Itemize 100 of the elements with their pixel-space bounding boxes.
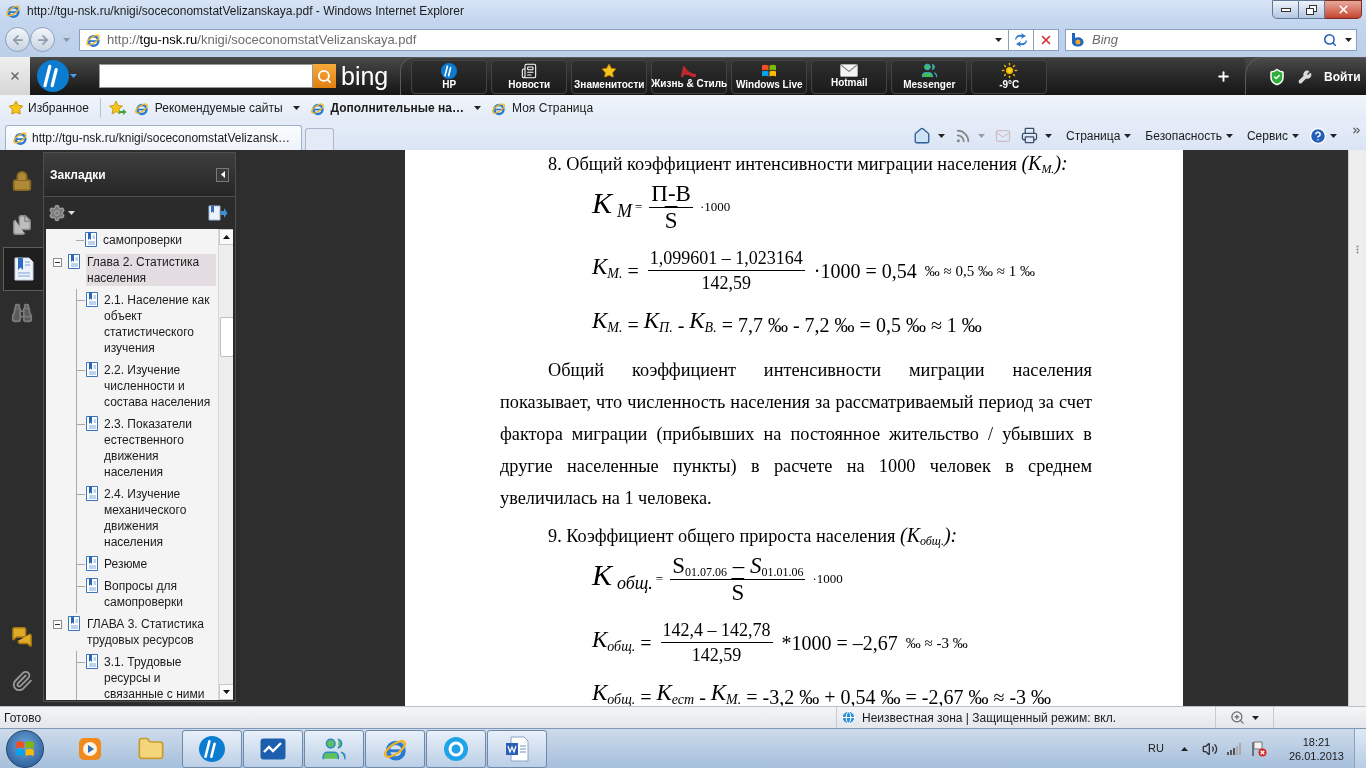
- side-panel-button[interactable]: [3, 247, 43, 291]
- caret-icon: [1292, 133, 1299, 138]
- bookmark-item[interactable]: 2.1. Население как объект статистического изучения: [104, 292, 218, 356]
- print-button[interactable]: [1020, 127, 1052, 144]
- bookmark-item[interactable]: Глава 2. Статистика населения: [86, 254, 216, 286]
- round-logo-icon: [441, 62, 458, 79]
- taskbar-button[interactable]: [182, 729, 242, 768]
- status-text: Готово: [4, 709, 42, 727]
- caret-icon: [1180, 746, 1188, 751]
- caret-icon: [1225, 133, 1233, 138]
- round-logo-icon: [37, 60, 69, 92]
- pages-icon: [10, 214, 33, 236]
- options-button[interactable]: [48, 204, 75, 222]
- minimize-button[interactable]: [1272, 0, 1299, 19]
- bookmark-icon: [86, 556, 98, 571]
- collapse-icon[interactable]: [53, 620, 62, 629]
- show-hidden-icons-button[interactable]: [1180, 746, 1188, 751]
- toolbar-tile[interactable]: HP: [411, 59, 488, 94]
- bookmark-icon: [86, 292, 98, 307]
- search-button[interactable]: [313, 64, 336, 88]
- people-icon: [920, 62, 938, 79]
- bookmark-item[interactable]: ГЛАВА 3. Статистика трудовых ресурсов: [86, 616, 216, 648]
- bookmark-page-icon: [13, 257, 34, 281]
- toolbar-tile[interactable]: Windows Live: [731, 59, 808, 94]
- close-icon: [1336, 3, 1350, 16]
- refresh-button[interactable]: [1009, 28, 1034, 51]
- favorites-link[interactable]: Рекомендуемые сайты: [133, 99, 300, 117]
- bookmark-icon: [86, 578, 98, 593]
- caret-icon: [292, 106, 300, 110]
- bookmark-item[interactable]: 2.3. Показатели естественного движения населения: [104, 416, 218, 480]
- zoom-button[interactable]: [1230, 710, 1259, 725]
- more-button[interactable]: [1351, 125, 1362, 136]
- home-icon: [912, 126, 931, 145]
- browser-logo-icon: [491, 100, 507, 116]
- flag-icon: [761, 62, 778, 79]
- logo-menu-button[interactable]: [37, 57, 77, 95]
- add-button[interactable]: [1216, 69, 1231, 84]
- sign-in-link[interactable]: Войти: [1324, 67, 1361, 86]
- search-provider-label: bing: [341, 62, 389, 90]
- address-field[interactable]: http://tgu-nsk.ru/knigi/soceconomstatVelizanskaya.pdf: [79, 28, 1009, 51]
- sun-icon: [1000, 62, 1018, 79]
- menu-button[interactable]: Страница: [1065, 126, 1132, 145]
- newspaper-icon: [521, 62, 538, 79]
- toolbar-tile[interactable]: Hotmail: [811, 59, 888, 94]
- play-icon: [78, 736, 102, 761]
- caret-icon: [474, 106, 482, 110]
- collapse-icon[interactable]: [53, 258, 62, 267]
- toolbar-search-field[interactable]: [99, 64, 313, 88]
- close-button[interactable]: [1325, 0, 1362, 19]
- bookmark-item[interactable]: 2.2. Изучение численности и состава населения: [104, 362, 218, 410]
- favorites-link[interactable]: Дополнительные на…: [309, 99, 482, 117]
- bookmark-item[interactable]: самопроверки: [103, 232, 217, 248]
- double-chevron-icon: [1351, 125, 1362, 136]
- toolbar-tile[interactable]: Messenger: [891, 59, 968, 94]
- caret-icon: [995, 37, 1002, 42]
- formula: К $_{общ.}$ = S$_{01.07.06}$ – S$_{01.01.06}$ S ·1000: [592, 553, 844, 606]
- scroll-thumb[interactable]: [219, 317, 233, 357]
- menu-button[interactable]: Сервис: [1246, 126, 1299, 145]
- toolbar-tile[interactable]: Жизнь & Стиль: [651, 59, 728, 94]
- envelope-icon: [840, 64, 859, 77]
- toolbar-tile[interactable]: -9°C: [971, 59, 1048, 94]
- window-title: http://tgu-nsk.ru/knigi/soceconomstatVelizanskaya.pdf - Windows Internet Explorer: [27, 2, 464, 20]
- search-field[interactable]: Bing: [1065, 28, 1357, 51]
- scroll-up-button[interactable]: [219, 229, 233, 245]
- taskbar-button[interactable]: [426, 729, 486, 768]
- caret-icon: [220, 171, 225, 178]
- bookmark-item[interactable]: 3.1. Трудовые ресурсы и связанные с ними: [104, 654, 218, 700]
- stop-button[interactable]: [1034, 28, 1059, 51]
- lock-icon: [10, 170, 33, 192]
- clock-time: 18:21: [1302, 734, 1331, 749]
- home-button[interactable]: [912, 126, 945, 145]
- taskbar-button[interactable]: [487, 729, 547, 768]
- taskbar-button[interactable]: [304, 729, 364, 768]
- browser-tab[interactable]: http://tgu-nsk.ru/knigi/soceconomstatVelizansk…: [5, 125, 302, 150]
- start-button[interactable]: [6, 729, 44, 768]
- favorites-link[interactable]: Моя Страница: [491, 99, 594, 117]
- restore-icon: [1306, 4, 1317, 15]
- favorites-button[interactable]: Избранное: [8, 99, 89, 117]
- language-indicator[interactable]: RU: [1148, 740, 1164, 757]
- caret-icon: [1252, 715, 1259, 720]
- add-to-favorites-bar-button[interactable]: [108, 100, 127, 116]
- search-icon: [1323, 32, 1337, 47]
- scroll-down-button[interactable]: [219, 684, 233, 700]
- taskbar-button[interactable]: [365, 729, 425, 768]
- zoom-icon: [1230, 710, 1245, 725]
- caret-icon: [937, 133, 945, 138]
- star-arrow-icon: [108, 100, 127, 116]
- collapse-panel-button[interactable]: [216, 167, 229, 182]
- bookmark-item[interactable]: Вопросы для самопроверки: [104, 578, 218, 610]
- bookmark-item[interactable]: Резюме: [104, 556, 218, 572]
- toolbar-tile[interactable]: Знаменитости: [571, 59, 648, 94]
- printer-icon: [1020, 127, 1038, 144]
- caret-icon: [1124, 133, 1132, 138]
- taskbar-button[interactable]: [243, 729, 303, 768]
- restore-button[interactable]: [1299, 0, 1325, 19]
- bookmark-item[interactable]: 2.4. Изучение механического движения населения: [104, 486, 218, 550]
- menu-button[interactable]: Безопасность: [1145, 126, 1233, 145]
- help-button[interactable]: [1309, 126, 1337, 145]
- toolbar-tile[interactable]: Новости: [491, 59, 568, 94]
- expand-bookmark-button[interactable]: [208, 205, 228, 221]
